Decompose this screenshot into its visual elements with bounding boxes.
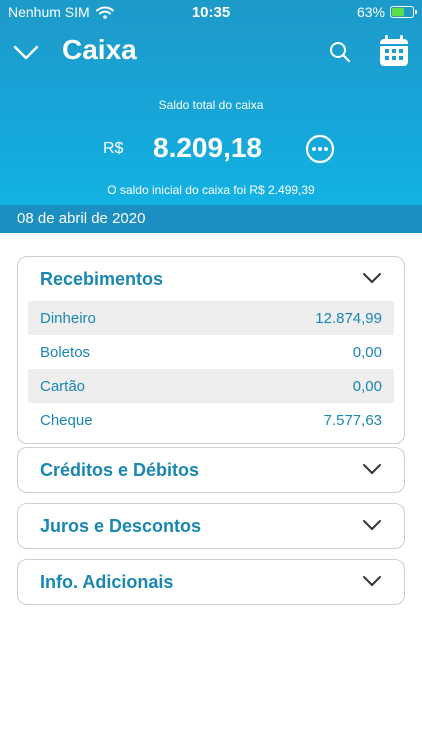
row-label: Cheque xyxy=(40,411,93,429)
date-label: 08 de abril de 2020 xyxy=(17,210,146,227)
list-item[interactable]: Cartão 0,00 xyxy=(28,369,394,403)
date-bar[interactable]: 08 de abril de 2020 xyxy=(0,205,422,233)
recebimentos-card: Recebimentos Dinheiro 12.874,99 Boletos … xyxy=(17,256,405,444)
list-item[interactable]: Boletos 0,00 xyxy=(28,335,394,369)
juros-descontos-header[interactable]: Juros e Descontos xyxy=(18,504,404,548)
collapse-button[interactable] xyxy=(12,38,40,66)
search-icon xyxy=(330,42,351,63)
chevron-down-icon xyxy=(363,273,381,283)
recebimentos-title: Recebimentos xyxy=(40,269,164,289)
row-value: 12.874,99 xyxy=(315,309,382,327)
row-value: 0,00 xyxy=(352,343,382,361)
saldo-inicial: O saldo inicial do caixa foi R$ 2.499,39 xyxy=(107,183,315,197)
calendar-icon xyxy=(380,35,408,66)
battery-status: 63% xyxy=(356,4,417,20)
list-item[interactable]: Dinheiro 12.874,99 xyxy=(28,301,394,335)
saldo-row: R$ 8.209,18 xyxy=(0,128,422,170)
juros-descontos-card[interactable]: Juros e Descontos xyxy=(17,503,405,549)
row-value: 7.577,63 xyxy=(323,411,382,429)
row-value: 0,00 xyxy=(352,377,382,395)
row-label: Dinheiro xyxy=(40,309,96,327)
more-icon xyxy=(305,134,335,164)
creditos-debitos-card[interactable]: Créditos e Débitos xyxy=(17,447,405,493)
battery-level xyxy=(392,8,404,16)
row-label: Cartão xyxy=(40,377,86,395)
more-options-button[interactable] xyxy=(305,134,335,164)
recebimentos-header[interactable]: Recebimentos xyxy=(18,257,404,301)
info-adicionais-card[interactable]: Info. Adicionais xyxy=(17,559,405,605)
recebimentos-list: Dinheiro 12.874,99 Boletos 0,00 Cartão 0… xyxy=(18,301,404,443)
creditos-debitos-header[interactable]: Créditos e Débitos xyxy=(18,448,404,492)
creditos-debitos-title: Créditos e Débitos xyxy=(40,460,200,480)
chevron-down-icon xyxy=(363,520,381,530)
chevron-down-icon xyxy=(363,464,381,474)
info-adicionais-title: Info. Adicionais xyxy=(40,572,174,592)
chevron-down-icon xyxy=(363,576,381,586)
nav-bar: Caixa xyxy=(0,30,422,76)
juros-descontos-title: Juros e Descontos xyxy=(40,516,202,536)
battery-percent: 63% xyxy=(356,4,385,20)
info-adicionais-header[interactable]: Info. Adicionais xyxy=(18,560,404,604)
header: Nenhum SIM 10:35 63% Caixa Saldo total d… xyxy=(0,0,422,233)
calendar-button[interactable] xyxy=(378,34,410,68)
saldo-value: 8.209,18 xyxy=(153,132,262,163)
chevron-down-icon xyxy=(13,45,39,60)
battery-icon xyxy=(390,6,417,18)
page-title: Caixa xyxy=(62,34,137,65)
saldo-label: Saldo total do caixa xyxy=(158,98,264,112)
row-label: Boletos xyxy=(40,343,91,361)
list-item[interactable]: Cheque 7.577,63 xyxy=(28,403,394,437)
search-button[interactable] xyxy=(328,40,352,64)
status-bar: Nenhum SIM 10:35 63% xyxy=(0,0,422,26)
currency-symbol: R$ xyxy=(103,140,124,157)
